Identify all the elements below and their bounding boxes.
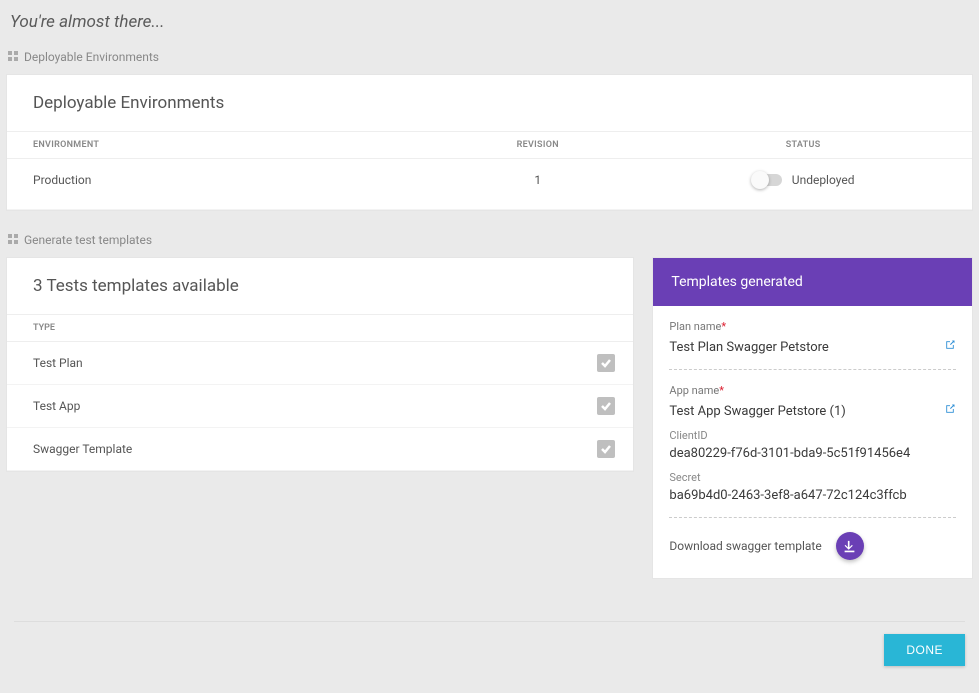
secret-label: Secret (669, 471, 956, 484)
env-table: ENVIRONMENT REVISION STATUS Production 1… (7, 131, 972, 210)
tests-card-title: 3 Tests templates available (7, 258, 633, 314)
tpl-type: Test App (7, 385, 571, 428)
env-col-env: ENVIRONMENT (7, 132, 441, 159)
tpl-row: Test App (7, 385, 633, 428)
download-button[interactable] (836, 532, 864, 560)
grid-icon (8, 233, 18, 247)
tpl-row: Test Plan (7, 342, 633, 385)
generated-card: Templates generated Plan name* Test Plan… (652, 257, 973, 579)
tpl-col-type: TYPE (7, 315, 571, 342)
download-label: Download swagger template (669, 539, 821, 553)
tpl-type: Test Plan (7, 342, 571, 385)
env-row: Production 1 Undeployed (7, 159, 972, 210)
tpl-checkbox[interactable] (597, 440, 615, 458)
tpl-row: Swagger Template (7, 428, 633, 471)
app-name-label: App name* (669, 384, 956, 397)
client-id-value: dea80229-f76d-3101-bda9-5c51f91456e4 (669, 446, 956, 461)
separator (669, 517, 956, 518)
deployable-card-title: Deployable Environments (7, 75, 972, 131)
plan-name-label: Plan name* (669, 320, 956, 333)
tpl-type: Swagger Template (7, 428, 571, 471)
separator (669, 369, 956, 370)
deployable-environments-card: Deployable Environments ENVIRONMENT REVI… (6, 74, 973, 211)
templates-table: TYPE Test Plan (7, 314, 633, 471)
env-col-status: STATUS (634, 132, 972, 159)
env-status-cell: Undeployed (634, 159, 972, 210)
env-revision: 1 (441, 159, 634, 210)
tpl-checkbox[interactable] (597, 354, 615, 372)
grid-icon (8, 50, 18, 64)
client-id-label: ClientID (669, 429, 956, 442)
tpl-col-check (571, 315, 633, 342)
generated-header: Templates generated (653, 258, 972, 306)
env-status-text: Undeployed (792, 173, 855, 187)
section-deployable-label: Deployable Environments (24, 50, 159, 64)
section-generate-label: Generate test templates (24, 233, 152, 247)
footer: DONE (14, 621, 965, 666)
section-deployable-heading: Deployable Environments (6, 46, 973, 74)
tpl-checkbox[interactable] (597, 397, 615, 415)
open-app-icon[interactable] (944, 403, 956, 419)
app-name-value: Test App Swagger Petstore (1) (669, 404, 936, 419)
page-title: You're almost there... (6, 6, 973, 46)
section-generate-heading: Generate test templates (6, 229, 973, 257)
deploy-toggle[interactable] (752, 174, 782, 186)
plan-name-value: Test Plan Swagger Petstore (669, 340, 936, 355)
tests-card: 3 Tests templates available TYPE Test Pl… (6, 257, 634, 472)
done-button[interactable]: DONE (884, 634, 965, 666)
secret-value: ba69b4d0-2463-3ef8-a647-72c124c3ffcb (669, 488, 956, 503)
open-plan-icon[interactable] (944, 339, 956, 355)
env-col-rev: REVISION (441, 132, 634, 159)
env-name: Production (7, 159, 441, 210)
